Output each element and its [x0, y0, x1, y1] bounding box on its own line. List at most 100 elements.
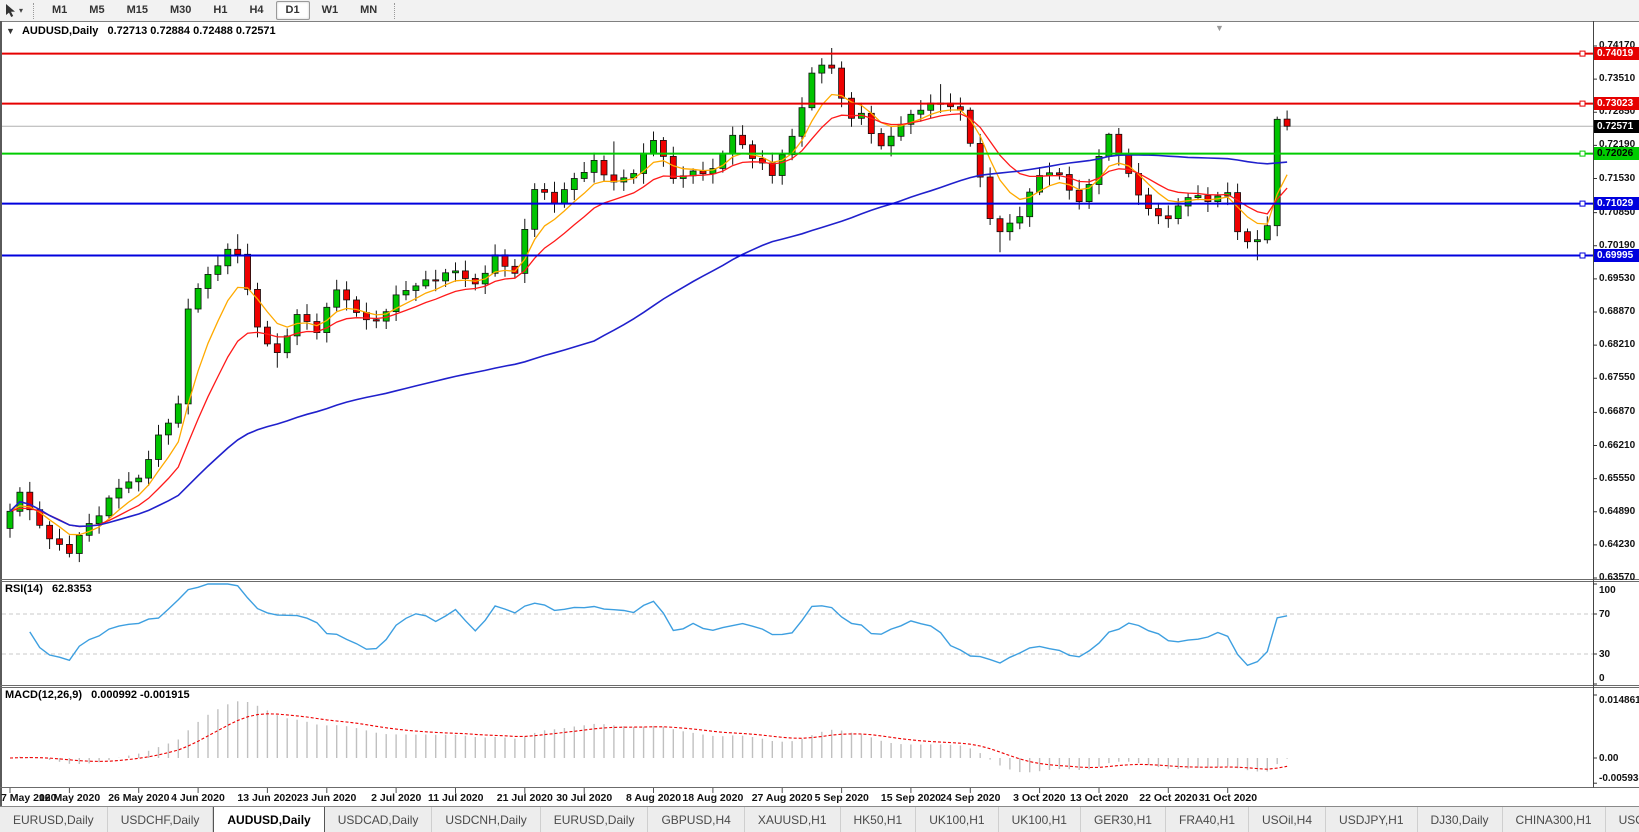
price-level-tag: 0.74019 [1594, 47, 1639, 60]
date-label: 24 Sep 2020 [940, 792, 1000, 804]
candle [453, 271, 459, 273]
rsi-level-label: 0 [1599, 673, 1605, 684]
tab-chart-audusd-daily[interactable]: AUDUSD,Daily [213, 806, 324, 832]
candle [522, 229, 528, 273]
candle [7, 511, 13, 528]
hline-handle[interactable] [1580, 253, 1585, 258]
candle [512, 266, 518, 273]
price-tick-label: 0.64230 [1599, 539, 1635, 550]
candle [235, 249, 241, 254]
candle [918, 110, 924, 114]
candle [591, 160, 597, 172]
candle [769, 163, 775, 176]
chart-shift-marker-icon[interactable]: ▼ [1215, 23, 1224, 33]
hline-handle[interactable] [1580, 151, 1585, 156]
candle [888, 136, 894, 146]
tab-chart-fra40-h1[interactable]: FRA40,H1 [1166, 807, 1249, 832]
timeframe-button-m1[interactable]: M1 [42, 1, 77, 20]
candle [1264, 226, 1270, 240]
chart-window[interactable]: ▼ AUDUSD,Daily 0.72713 0.72884 0.72488 0… [0, 21, 1639, 806]
candle [1254, 240, 1260, 242]
tab-chart-usdjpy-h1[interactable]: USDJPY,H1 [1326, 807, 1417, 832]
hline-handle[interactable] [1580, 51, 1585, 56]
timeframe-button-d1[interactable]: D1 [276, 1, 310, 20]
tab-chart-usdchf-daily[interactable]: USDCHF,Daily [108, 807, 214, 832]
candle [601, 160, 607, 175]
candle [136, 478, 142, 482]
candles [7, 48, 1290, 562]
mt4-window: ▾ M1M5M15M30H1H4D1W1MN ▼ AUDUSD,Daily 0.… [0, 0, 1639, 832]
date-label: 5 Sep 2020 [815, 792, 869, 804]
timeframe-button-m30[interactable]: M30 [160, 1, 201, 20]
timeframe-button-m5[interactable]: M5 [79, 1, 114, 20]
candle [215, 266, 221, 275]
tab-chart-uk100-h1[interactable]: UK100,H1 [916, 807, 998, 832]
timeframe-button-h1[interactable]: H1 [203, 1, 237, 20]
macd-level-label: 0.00 [1599, 753, 1618, 764]
candle [106, 498, 112, 516]
candle [413, 286, 419, 291]
hline-handle[interactable] [1580, 101, 1585, 106]
date-label: 27 Aug 2020 [752, 792, 813, 804]
timeframe-button-m15[interactable]: M15 [117, 1, 158, 20]
candle [304, 315, 310, 322]
candle [1076, 190, 1082, 201]
tab-chart-china300-h1[interactable]: CHINA300,H1 [1503, 807, 1606, 832]
collapse-chart-icon[interactable]: ▼ [6, 26, 15, 36]
candle [423, 280, 429, 286]
timeframe-button-mn[interactable]: MN [350, 1, 387, 20]
date-label: 15 Sep 2020 [881, 792, 941, 804]
tab-chart-dj30-daily[interactable]: DJ30,Daily [1418, 807, 1503, 832]
rsi-indicator-name: RSI(14) [5, 583, 43, 595]
tab-chart-eurusd-daily[interactable]: EURUSD,Daily [0, 807, 108, 832]
tab-chart-usdcad-daily[interactable]: USDCAD,Daily [325, 807, 433, 832]
timeframe-button-w1[interactable]: W1 [312, 1, 349, 20]
timeframe-button-h4[interactable]: H4 [239, 1, 273, 20]
candle [819, 65, 825, 73]
candle [1274, 119, 1280, 225]
candle [561, 190, 567, 204]
candle [284, 336, 290, 353]
cursor-tool-button[interactable]: ▾ [0, 1, 27, 21]
candle [809, 73, 815, 108]
price-tick-label: 0.68870 [1599, 306, 1635, 317]
hline-handle[interactable] [1580, 201, 1585, 206]
candle [1056, 173, 1062, 175]
tab-chart-ger30-h1[interactable]: GER30,H1 [1081, 807, 1166, 832]
tab-chart-usoil-h4[interactable]: USOil,H4 [1249, 807, 1326, 832]
tab-chart-eurusd-daily[interactable]: EURUSD,Daily [541, 807, 649, 832]
tab-chart-xauusd-h1[interactable]: XAUUSD,H1 [745, 807, 841, 832]
candle [839, 68, 845, 98]
candle [443, 273, 449, 281]
rsi-panel-title: RSI(14) 62.8353 [5, 583, 92, 595]
candle [532, 190, 538, 230]
candle [1116, 134, 1122, 155]
date-label: 8 Aug 2020 [626, 792, 681, 804]
price-tick-label: 0.64890 [1599, 506, 1635, 517]
dropdown-caret-icon[interactable]: ▾ [19, 6, 23, 15]
tab-chart-gbpusd-h4[interactable]: GBPUSD,H4 [648, 807, 744, 832]
candle [76, 535, 82, 553]
macd-indicator-name: MACD(12,26,9) [5, 689, 82, 701]
candle [1007, 223, 1013, 232]
date-label: 18 Aug 2020 [682, 792, 743, 804]
candle [47, 525, 53, 539]
tab-chart-usoil-h1[interactable]: USOil,H1 [1606, 807, 1639, 832]
tab-chart-uk100-h1[interactable]: UK100,H1 [999, 807, 1081, 832]
rsi-value: 62.8353 [52, 583, 92, 595]
candle [116, 488, 122, 498]
macd-values: 0.000992 -0.001915 [91, 689, 189, 701]
candle [1175, 206, 1181, 219]
chart-canvas[interactable] [0, 21, 1639, 806]
candle [1155, 209, 1161, 216]
price-tick-label: 0.68210 [1599, 339, 1635, 350]
tab-chart-hk50-h1[interactable]: HK50,H1 [841, 807, 917, 832]
price-tick-label: 0.66210 [1599, 440, 1635, 451]
candle [977, 143, 983, 177]
date-label: 22 Oct 2020 [1139, 792, 1197, 804]
price-tick-label: 0.67550 [1599, 372, 1635, 383]
date-label: 4 Jun 2020 [171, 792, 225, 804]
tab-chart-usdcnh-daily[interactable]: USDCNH,Daily [432, 807, 540, 832]
chart-tab-bar: EURUSD,DailyUSDCHF,DailyAUDUSD,DailyUSDC… [0, 806, 1639, 832]
candle [502, 255, 508, 266]
